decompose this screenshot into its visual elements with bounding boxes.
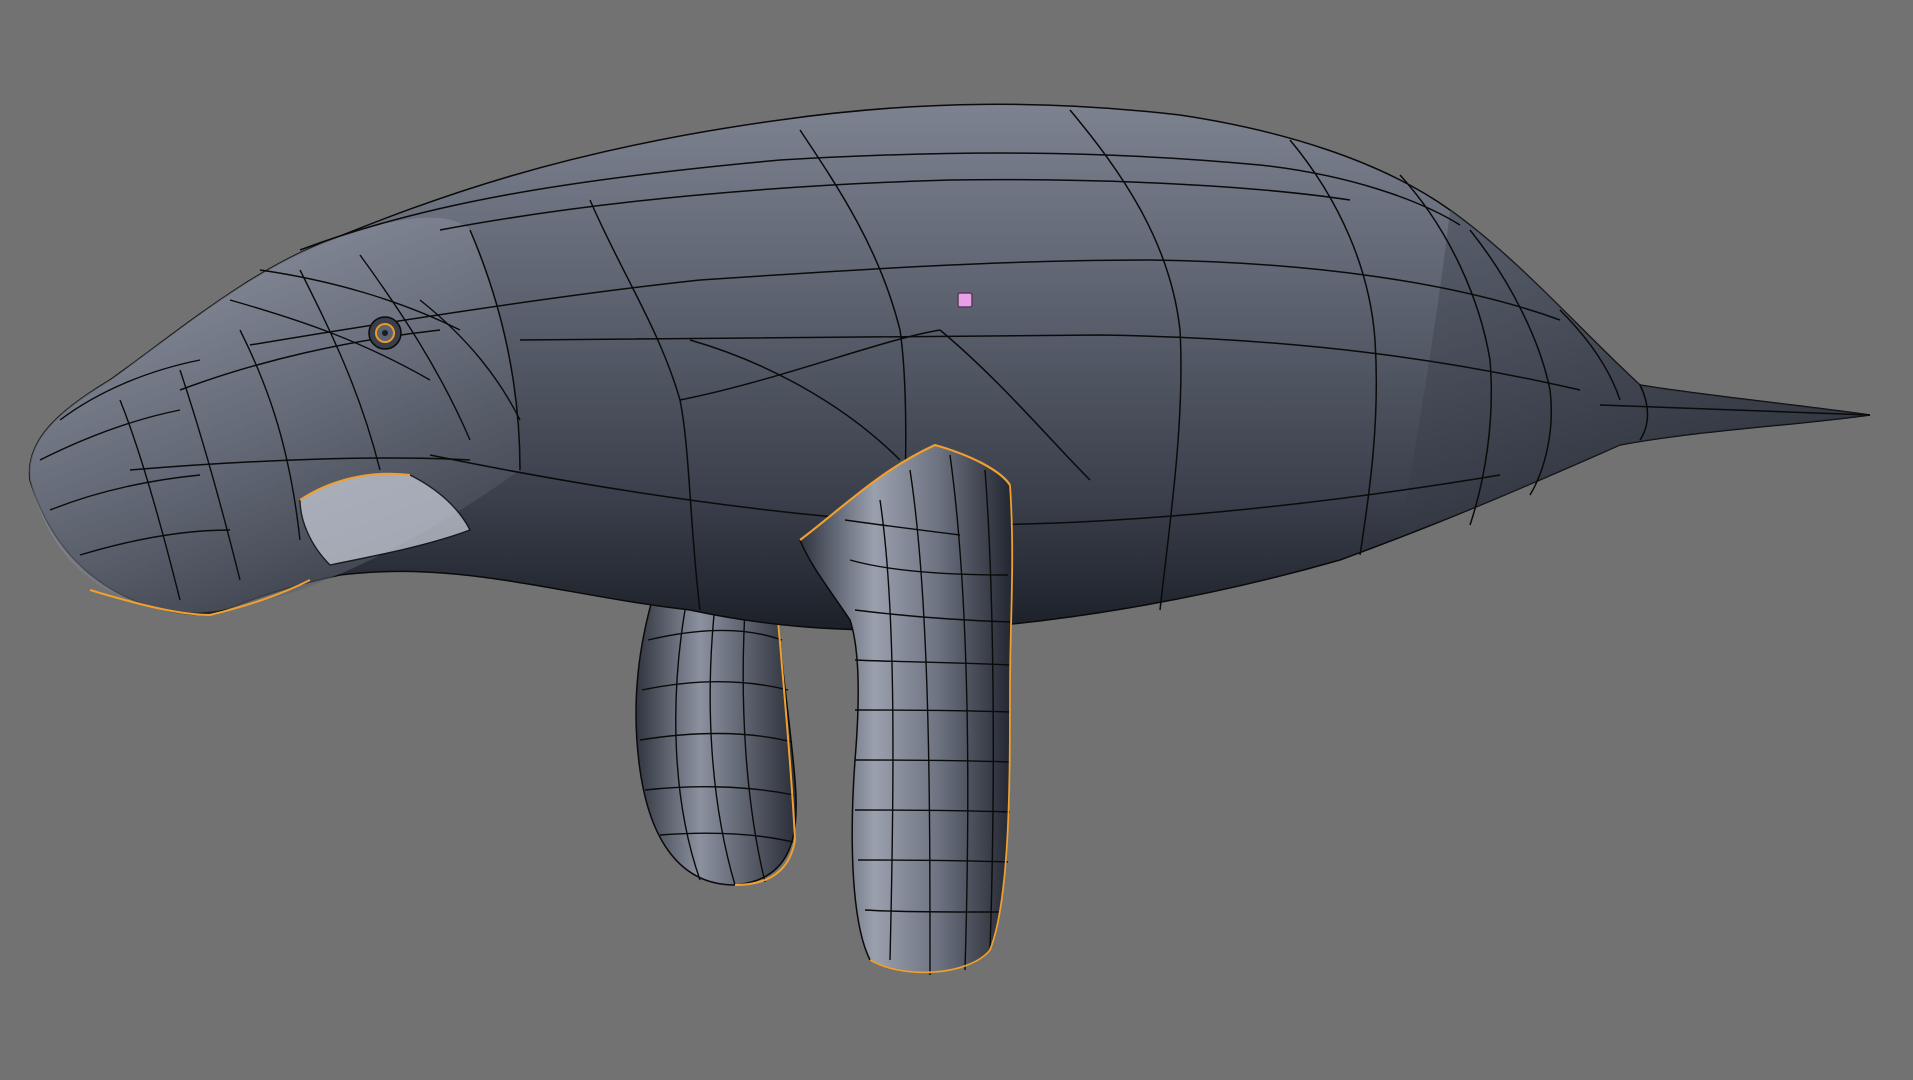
back-flipper[interactable]	[635, 589, 797, 886]
3d-viewport[interactable]	[0, 0, 1913, 1080]
object-origin-marker	[957, 292, 973, 308]
front-flipper[interactable]	[799, 443, 1014, 976]
viewport-canvas[interactable]	[0, 0, 1913, 1080]
eye-vertex[interactable]	[368, 316, 402, 350]
